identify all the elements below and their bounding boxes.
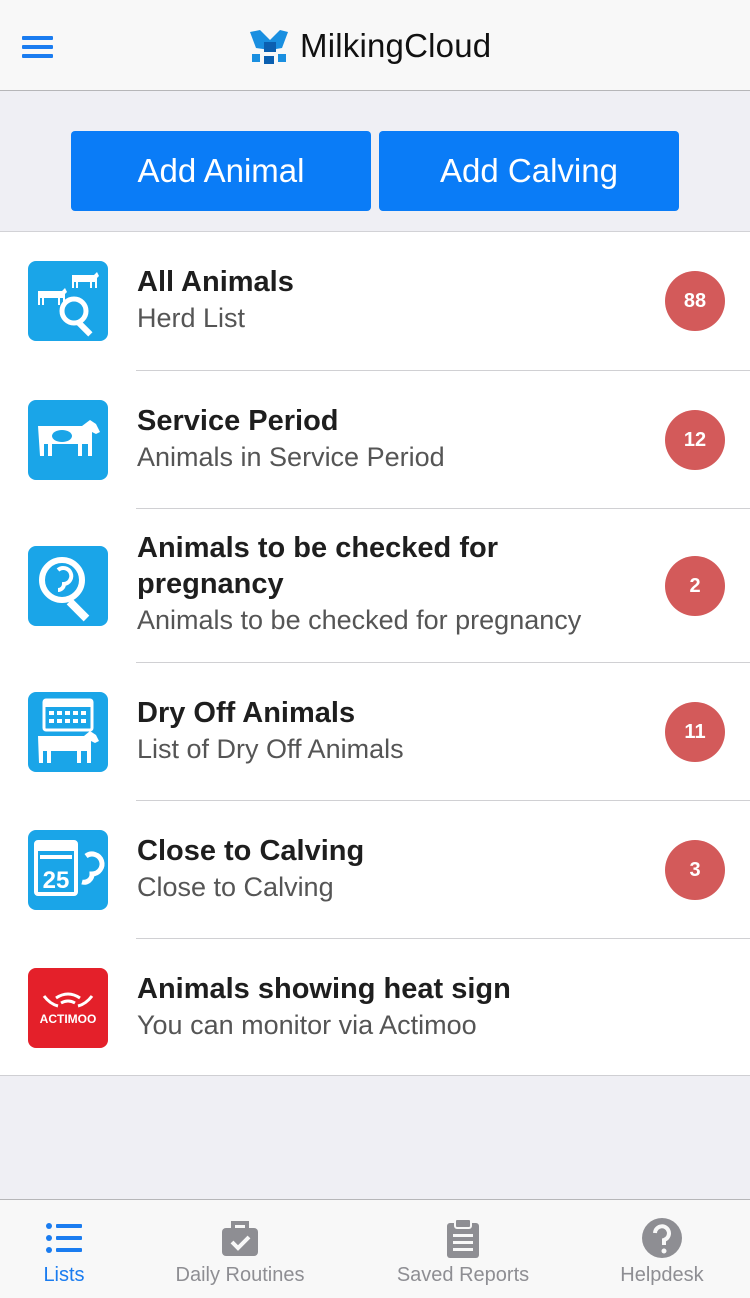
hamburger-menu-icon[interactable] [22, 36, 53, 58]
list-item-title: Dry Off Animals [137, 697, 356, 729]
tab-label: Lists [43, 1264, 85, 1286]
list-item-title: All Animals [137, 266, 294, 298]
list-item-subtitle: You can monitor via Actimoo [137, 1010, 477, 1040]
list-item-subtitle: Herd List [137, 303, 246, 333]
list-icon [46, 1223, 82, 1253]
tab-label: Helpdesk [620, 1264, 704, 1286]
animal-lists: All Animals Herd List 88 Service Period … [0, 232, 750, 1076]
calendar-calf-icon: 25 [28, 830, 108, 910]
tab-saved-reports[interactable]: Saved Reports [383, 1200, 543, 1298]
top-navigation-bar: MilkingCloud [0, 0, 750, 91]
clipboard-icon [447, 1218, 479, 1258]
list-item-all-animals[interactable]: All Animals Herd List 88 [0, 232, 750, 371]
list-item-service-period[interactable]: Service Period Animals in Service Period… [0, 371, 750, 509]
count-badge: 88 [665, 271, 725, 331]
app-brand: MilkingCloud [246, 24, 491, 68]
calendar-cow-icon [28, 692, 108, 772]
list-item-title: Animals to be checked for pregnancy [137, 532, 498, 600]
add-calving-button[interactable]: Add Calving [379, 131, 679, 211]
cow-icon [28, 400, 108, 480]
list-item-subtitle: List of Dry Off Animals [137, 734, 404, 764]
bottom-tab-bar: Lists Daily Routines Saved Reports Helpd [0, 1199, 750, 1298]
count-badge: 12 [665, 410, 725, 470]
briefcase-check-icon [222, 1221, 258, 1256]
tab-label: Daily Routines [175, 1264, 305, 1286]
tab-lists[interactable]: Lists [24, 1200, 104, 1298]
list-item-subtitle: Animals to be checked for pregnancy [137, 605, 582, 635]
list-item-heat-sign[interactable]: ACTIMOO Animals showing heat sign You ca… [0, 939, 750, 1075]
action-buttons-bar: Add Animal Add Calving [0, 91, 750, 232]
actimoo-logo-text: ACTIMOO [40, 1012, 97, 1026]
calendar-day-number: 25 [43, 867, 70, 894]
count-badge: 11 [665, 702, 725, 762]
list-item-close-to-calving[interactable]: 25 Close to Calving Close to Calving 3 [0, 801, 750, 939]
count-badge: 3 [665, 840, 725, 900]
add-animal-button[interactable]: Add Animal [71, 131, 371, 211]
list-item-title: Service Period [137, 405, 339, 437]
pregnancy-search-icon [28, 546, 108, 626]
list-item-subtitle: Close to Calving [137, 872, 334, 902]
milkingcloud-logo-icon [250, 30, 288, 64]
list-item-subtitle: Animals in Service Period [137, 442, 445, 472]
tab-daily-routines[interactable]: Daily Routines [160, 1200, 320, 1298]
herd-search-icon [28, 261, 108, 341]
list-item-title: Close to Calving [137, 835, 365, 867]
list-item-pregnancy-check[interactable]: Animals to be checked for pregnancy Anim… [0, 509, 750, 663]
app-title: MilkingCloud [300, 27, 492, 64]
tab-label: Saved Reports [396, 1264, 530, 1286]
help-circle-icon [642, 1218, 682, 1258]
list-item-dry-off[interactable]: Dry Off Animals List of Dry Off Animals … [0, 663, 750, 801]
tab-helpdesk[interactable]: Helpdesk [602, 1200, 722, 1298]
list-item-title: Animals showing heat sign [137, 973, 511, 1005]
actimoo-logo-icon: ACTIMOO [28, 968, 108, 1048]
count-badge: 2 [665, 556, 725, 616]
